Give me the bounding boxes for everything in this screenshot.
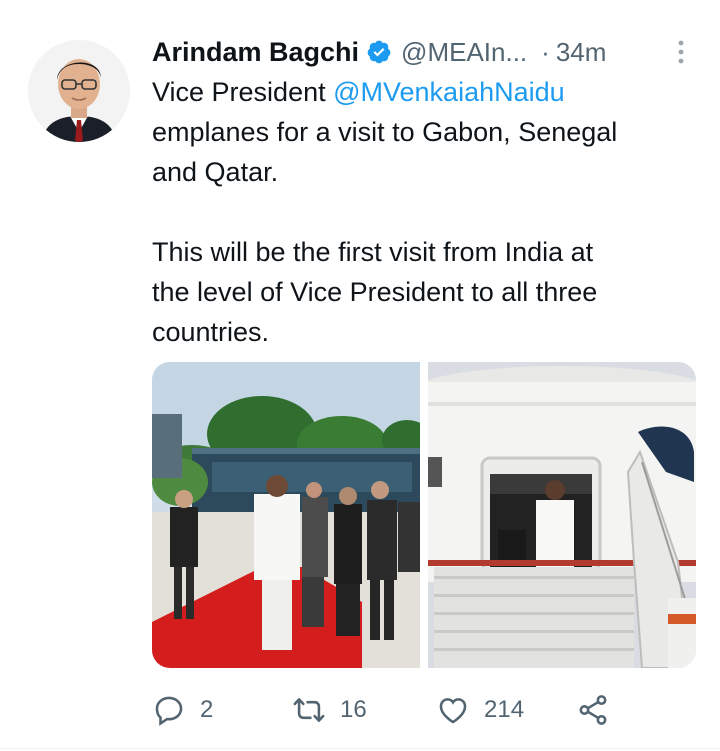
share-button[interactable]: [576, 693, 610, 727]
tweet-text-segment: Vice President: [152, 77, 334, 107]
tweet-actions: 2 16 214: [152, 688, 672, 732]
like-count: 214: [484, 696, 525, 723]
tweet-line-2: emplanes for a visit to Gabon, Senegal: [152, 117, 618, 147]
retweet-icon: [293, 698, 325, 722]
reply-button[interactable]: 2: [152, 693, 213, 727]
tweet-media: [152, 362, 696, 668]
tweet-line-5: the level of Vice President to all three: [152, 277, 598, 307]
author-handle[interactable]: @MEAIn...: [401, 37, 527, 68]
verified-badge-icon: [367, 40, 391, 64]
like-button[interactable]: 214: [436, 693, 524, 727]
tweet-line-4: This will be the first visit from India …: [152, 237, 594, 267]
tweet-header: Arindam Bagchi @MEAIn... · 34m: [152, 32, 692, 72]
photo-aircraft-door-icon: [428, 362, 696, 668]
divider: [0, 748, 720, 749]
mention-link[interactable]: @MVenkaiahNaidu: [333, 77, 565, 107]
tweet-line-6: countries.: [152, 317, 270, 347]
author-avatar[interactable]: [28, 40, 130, 142]
reply-icon: [155, 696, 183, 726]
tweet-timestamp[interactable]: 34m: [556, 37, 607, 68]
tweet-text: Vice President @MVenkaiahNaidu emplanes …: [152, 72, 692, 352]
media-photo-2[interactable]: [428, 362, 696, 668]
photo-airport-walk-icon: [152, 362, 420, 668]
retweet-button[interactable]: 16: [292, 693, 367, 727]
media-photo-1[interactable]: [152, 362, 420, 668]
tweet-line-1: Vice President @MVenkaiahNaidu: [152, 72, 692, 112]
heart-icon: [439, 698, 467, 724]
retweet-count: 16: [340, 696, 367, 723]
share-icon: [579, 695, 607, 725]
reply-count: 2: [200, 696, 214, 723]
author-name[interactable]: Arindam Bagchi: [152, 37, 359, 68]
tweet-line-3: and Qatar.: [152, 157, 279, 187]
more-options-icon[interactable]: [678, 39, 684, 65]
person-avatar-icon: [28, 40, 130, 142]
tweet[interactable]: Arindam Bagchi @MEAIn... · 34m Vice Pres…: [0, 0, 720, 751]
separator-dot: ·: [541, 36, 550, 67]
